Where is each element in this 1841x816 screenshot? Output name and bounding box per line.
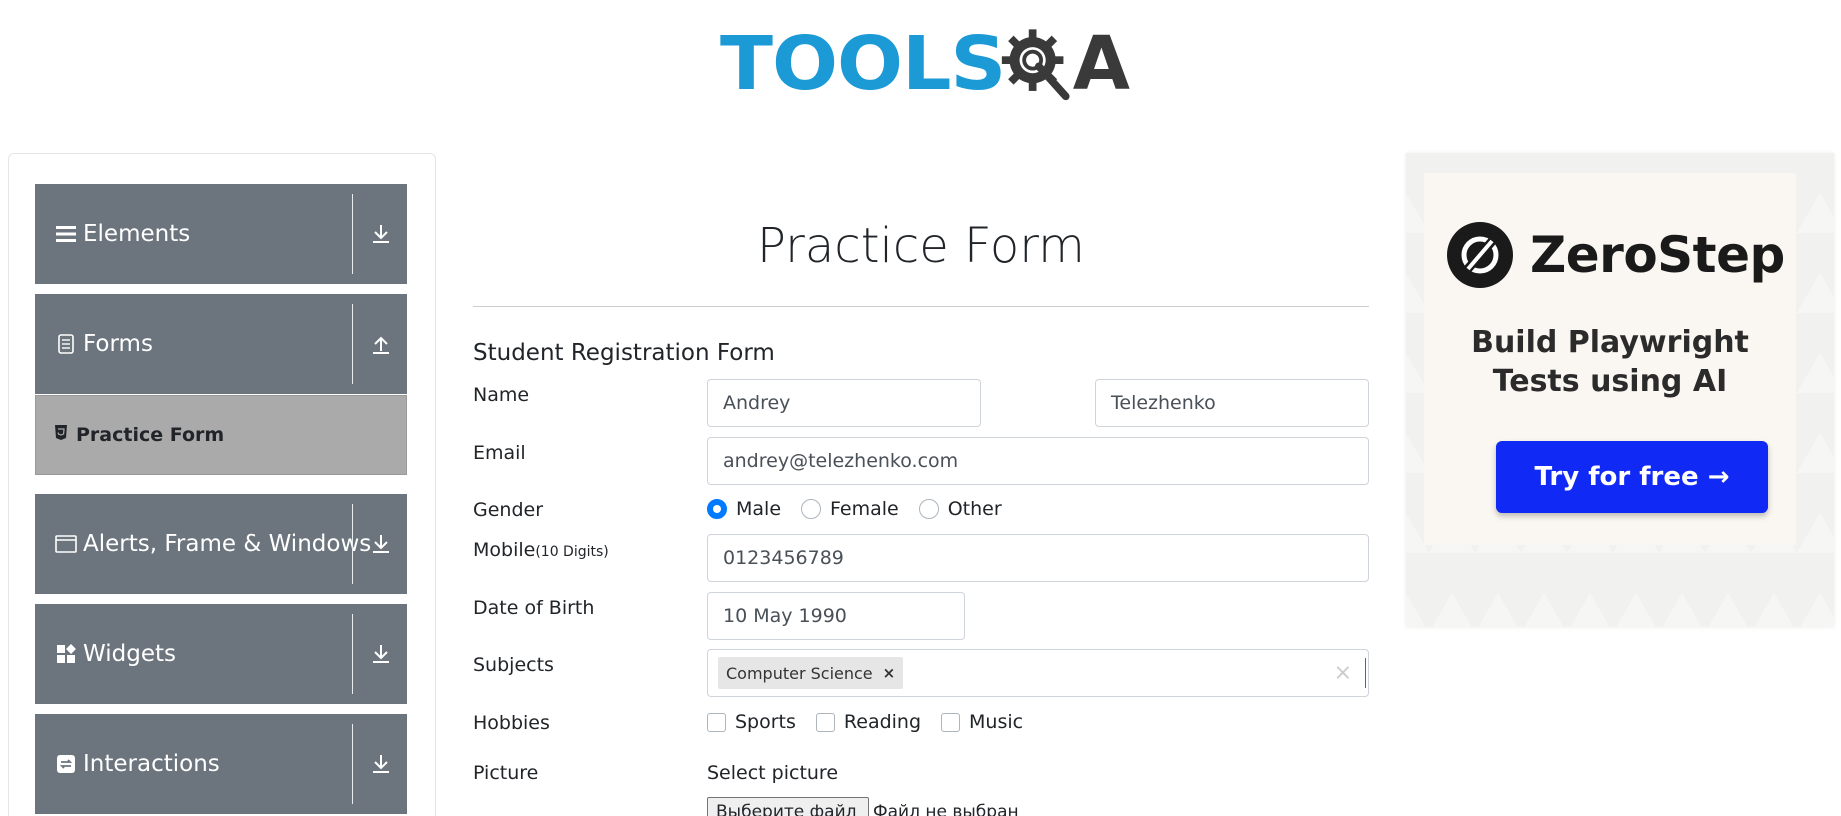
select-picture-label: Select picture — [707, 762, 839, 784]
radio-checked[interactable] — [707, 499, 727, 519]
gender-male-option[interactable]: Male — [707, 498, 781, 520]
last-name-input[interactable]: Telezhenko — [1095, 379, 1369, 427]
sidebar-group-interactions[interactable]: Interactions — [35, 714, 407, 814]
ad-tagline: Build Playwright Tests using AI — [1424, 323, 1796, 401]
hobby-reading-option[interactable]: Reading — [815, 711, 922, 733]
radio[interactable] — [918, 499, 939, 519]
zerostep-logo-icon — [1447, 222, 1513, 288]
window-icon — [55, 533, 77, 555]
try-for-free-button[interactable]: Try for free → — [1496, 441, 1768, 513]
gender-option-label: Other — [947, 498, 1002, 520]
widgets-icon — [55, 643, 77, 665]
subjects-label: Subjects — [473, 654, 554, 676]
picture-label: Picture — [473, 762, 539, 784]
choose-file-button[interactable]: Выберите файл — [707, 797, 869, 816]
group-title: Elements — [83, 221, 191, 247]
hobby-music-option[interactable]: Music — [941, 711, 1023, 733]
gender-other-option[interactable]: Other — [918, 498, 1002, 520]
clear-icon[interactable]: × — [1334, 661, 1352, 686]
group-title: Widgets — [83, 641, 176, 667]
hobby-option-label: Sports — [735, 711, 796, 733]
form-heading: Student Registration Form — [473, 340, 775, 366]
hobbies-label: Hobbies — [473, 712, 550, 734]
sidebar-group-forms[interactable]: Forms — [35, 294, 407, 394]
upload-arrow-icon[interactable] — [367, 330, 395, 358]
divider — [352, 304, 353, 384]
gender-option-label: Female — [830, 498, 899, 520]
hobbies-checkbox-group: Sports Reading Music — [707, 711, 1043, 733]
divider — [352, 504, 353, 584]
hobby-sports-option[interactable]: Sports — [707, 711, 796, 733]
subject-chip: Computer Science × — [718, 657, 904, 689]
email-label: Email — [473, 442, 526, 464]
dob-label: Date of Birth — [473, 597, 595, 619]
mobile-label-text: Mobile — [473, 539, 536, 561]
checkbox[interactable] — [707, 712, 726, 732]
site-logo[interactable]: TOOLS A — [720, 16, 1130, 112]
chip-remove-icon[interactable]: × — [883, 664, 896, 682]
group-title: Interactions — [83, 751, 220, 777]
mobile-input[interactable]: 0123456789 — [707, 534, 1369, 582]
logo-text-tools: TOOLS — [720, 21, 1006, 107]
ad-brand-name: ZeroStep — [1530, 226, 1785, 284]
sidebar-item-label: Practice Form — [76, 424, 225, 446]
ad-card: ZeroStep Build Playwright Tests using AI… — [1424, 173, 1796, 545]
indicator-separator — [1365, 658, 1366, 688]
ad-tagline-line1: Build Playwright — [1471, 325, 1749, 360]
html5-icon — [54, 425, 68, 445]
email-input[interactable]: andrey@telezhenko.com — [707, 437, 1369, 485]
checkbox[interactable] — [941, 712, 961, 732]
document-icon — [55, 333, 77, 355]
mobile-hint: (10 Digits) — [535, 544, 609, 560]
divider — [352, 614, 353, 694]
download-arrow-icon[interactable] — [367, 750, 395, 778]
divider — [352, 724, 353, 804]
mobile-label: Mobile(10 Digits) — [473, 539, 609, 561]
logo-text-a: A — [1072, 21, 1130, 107]
gender-female-option[interactable]: Female — [801, 498, 899, 520]
hobby-option-label: Music — [969, 711, 1024, 733]
title-divider — [473, 306, 1369, 307]
ad-tagline-line2: Tests using AI — [1492, 364, 1728, 399]
gender-radio-group: Male Female Other — [707, 498, 1022, 520]
name-label: Name — [473, 384, 530, 406]
gender-label: Gender — [473, 499, 544, 521]
sidebar-group-alerts[interactable]: Alerts, Frame & Windows — [35, 494, 407, 594]
sidebar-group-elements[interactable]: Elements — [35, 184, 407, 284]
divider — [352, 194, 353, 274]
subjects-input[interactable]: Computer Science × × — [707, 649, 1369, 697]
radio[interactable] — [801, 499, 822, 519]
advertisement[interactable]: ZeroStep Build Playwright Tests using AI… — [1406, 153, 1834, 627]
interactions-icon — [55, 753, 77, 775]
download-arrow-icon[interactable] — [367, 640, 395, 668]
page-title: Practice Form — [757, 218, 1085, 274]
chip-label: Computer Science — [726, 663, 873, 683]
gender-option-label: Male — [736, 498, 782, 520]
first-name-input[interactable]: Andrey — [707, 379, 981, 427]
group-title: Alerts, Frame & Windows — [83, 531, 372, 557]
sidebar-group-widgets[interactable]: Widgets — [35, 604, 407, 704]
group-title: Forms — [83, 331, 153, 357]
download-arrow-icon[interactable] — [367, 530, 395, 558]
file-status-text: Файл не выбран — [873, 802, 1019, 816]
gear-magnifier-icon — [1001, 29, 1070, 101]
menu-bars-icon — [55, 223, 77, 245]
sidebar-item-practice-form[interactable]: Practice Form — [35, 395, 407, 475]
dob-input[interactable]: 10 May 1990 — [707, 592, 965, 640]
sidebar: Elements Forms Practice Form Alerts, Fra… — [8, 153, 436, 816]
ad-brand: ZeroStep — [1446, 221, 1785, 289]
hobby-option-label: Reading — [843, 711, 922, 733]
download-arrow-icon[interactable] — [367, 220, 395, 248]
checkbox[interactable] — [815, 712, 835, 732]
